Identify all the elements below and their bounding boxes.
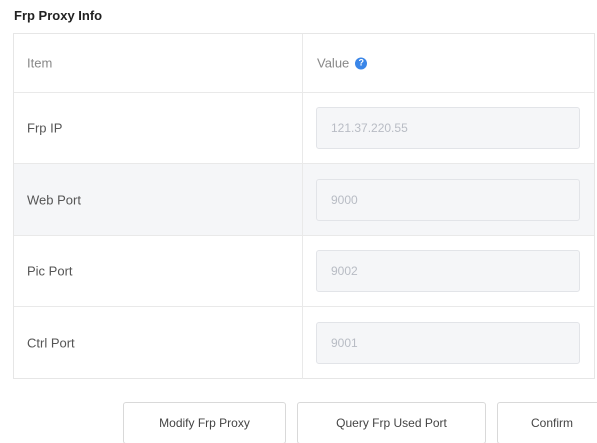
section-title: Frp Proxy Info xyxy=(14,8,103,23)
column-divider xyxy=(302,236,303,306)
column-divider xyxy=(302,307,303,379)
column-divider xyxy=(302,34,303,92)
row-label-ctrl-port: Ctrl Port xyxy=(27,335,75,351)
row-label-web-port: Web Port xyxy=(27,192,81,207)
ctrl-port-field[interactable] xyxy=(316,322,580,364)
column-header-item: Item xyxy=(27,55,53,71)
table-row: Frp IP xyxy=(14,93,594,164)
column-header-value: Value ? xyxy=(317,55,368,71)
modify-frp-proxy-button[interactable]: Modify Frp Proxy xyxy=(123,402,286,443)
column-divider xyxy=(302,164,303,235)
table-row: Pic Port xyxy=(14,236,594,307)
confirm-button[interactable]: Confirm xyxy=(497,402,597,443)
frp-ip-field[interactable] xyxy=(316,107,580,149)
table-row: Ctrl Port xyxy=(14,307,594,379)
table-header-row: Item Value ? xyxy=(14,34,594,93)
row-label-pic-port: Pic Port xyxy=(27,263,73,279)
query-frp-used-port-button[interactable]: Query Frp Used Port xyxy=(297,402,486,443)
question-circle-icon[interactable]: ? xyxy=(355,57,368,69)
row-label-frp-ip: Frp IP xyxy=(27,120,63,136)
table-row: Web Port xyxy=(14,164,594,236)
column-divider xyxy=(302,93,303,163)
column-header-value-label: Value xyxy=(317,55,350,71)
frp-proxy-table: Item Value ? Frp IP Web Port Pic Port Ct… xyxy=(13,33,595,379)
pic-port-field[interactable] xyxy=(316,250,580,292)
web-port-field[interactable] xyxy=(316,178,580,221)
